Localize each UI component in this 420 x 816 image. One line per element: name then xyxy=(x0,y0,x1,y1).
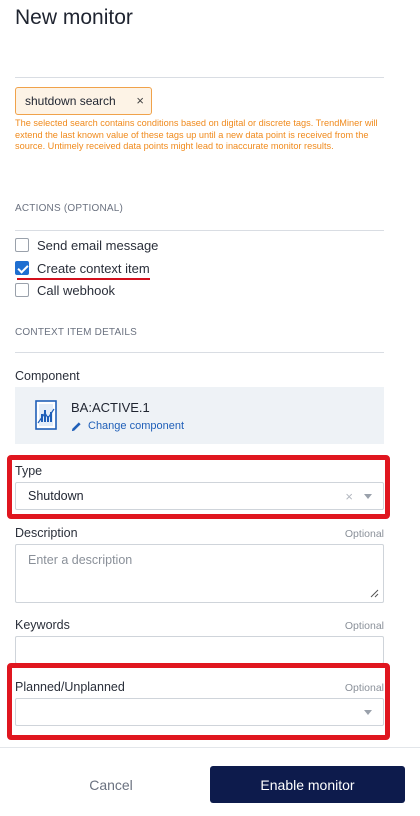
resize-handle-icon[interactable] xyxy=(369,588,379,598)
call-webhook-label: Call webhook xyxy=(37,282,116,298)
change-component-link[interactable]: Change component xyxy=(71,420,184,432)
component-name: BA:ACTIVE.1 xyxy=(71,400,150,415)
search-chip[interactable]: shutdown search × xyxy=(15,87,152,115)
action-call-webhook[interactable]: Call webhook xyxy=(15,282,115,298)
highlight-box-type xyxy=(7,455,390,519)
create-context-item-label: Create context item xyxy=(37,260,150,276)
close-icon[interactable]: × xyxy=(136,93,144,108)
description-placeholder: Enter a description xyxy=(28,553,133,567)
divider xyxy=(15,352,384,353)
action-send-email[interactable]: Send email message xyxy=(15,237,158,253)
context-section-label: CONTEXT ITEM DETAILS xyxy=(15,327,137,338)
divider xyxy=(15,230,384,231)
footer-divider xyxy=(0,747,420,748)
asset-document-icon xyxy=(35,400,57,430)
send-email-label: Send email message xyxy=(37,237,159,253)
change-component-label: Change component xyxy=(88,420,185,432)
pencil-icon xyxy=(71,421,81,431)
description-label: Description xyxy=(15,526,78,540)
highlight-box-planned xyxy=(7,663,390,740)
component-label: Component xyxy=(15,369,80,383)
create-context-item-checkbox[interactable] xyxy=(15,261,29,275)
page-title: New monitor xyxy=(15,6,133,29)
send-email-checkbox[interactable] xyxy=(15,238,29,252)
keywords-label: Keywords xyxy=(15,618,70,632)
cancel-button[interactable]: Cancel xyxy=(17,767,205,803)
description-textarea[interactable]: Enter a description xyxy=(15,544,384,603)
component-card: BA:ACTIVE.1 Change component xyxy=(15,387,384,444)
actions-section-label: ACTIONS (OPTIONAL) xyxy=(15,203,124,214)
action-create-context-item[interactable]: Create context item xyxy=(15,260,150,276)
call-webhook-checkbox[interactable] xyxy=(15,283,29,297)
description-optional: Optional xyxy=(344,528,384,540)
warning-message: The selected search contains conditions … xyxy=(15,118,378,152)
keywords-optional: Optional xyxy=(344,620,384,632)
divider xyxy=(15,77,384,78)
red-underline-annotation xyxy=(17,278,150,280)
keywords-input[interactable] xyxy=(15,636,384,664)
search-chip-label: shutdown search xyxy=(25,94,116,108)
enable-monitor-button[interactable]: Enable monitor xyxy=(210,766,405,803)
